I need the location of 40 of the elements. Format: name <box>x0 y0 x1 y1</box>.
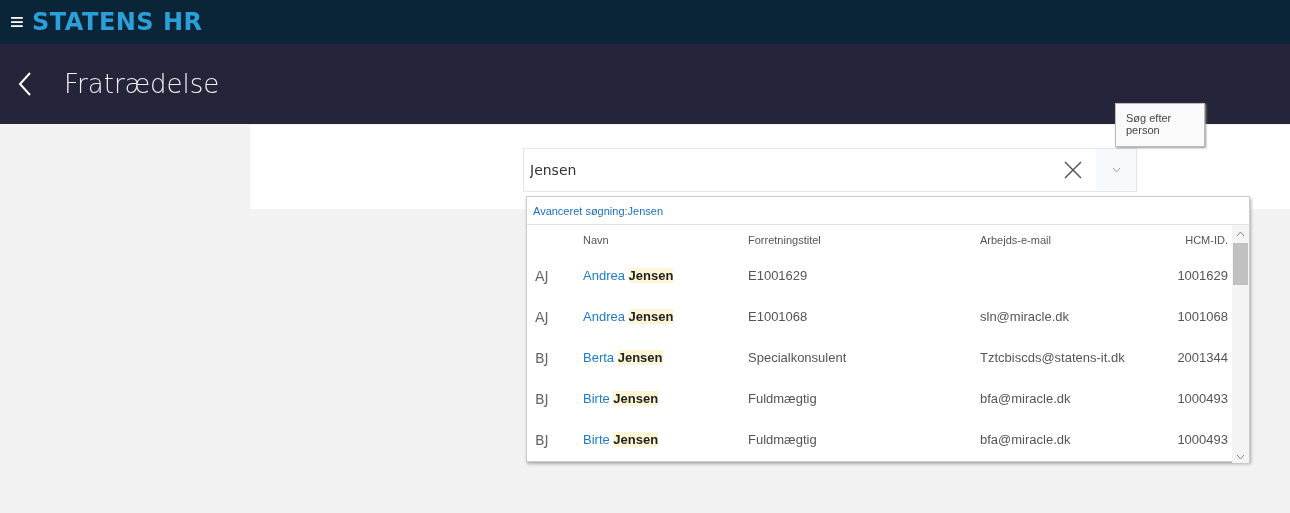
tooltip: Søg efter person <box>1115 103 1205 147</box>
search-input[interactable]: Jensen <box>524 161 1064 179</box>
scrollbar-thumb[interactable] <box>1233 243 1248 285</box>
table-cell-text: 1000493 <box>1176 432 1229 447</box>
initials: AJ <box>534 308 550 325</box>
person-name[interactable]: Birte Jensen <box>583 391 748 406</box>
menu-icon[interactable]: ≡ <box>10 10 24 34</box>
person-name[interactable]: Berta Jensen <box>583 350 748 365</box>
column-header: Navn <box>583 234 610 246</box>
person-name[interactable]: Andrea Jensen <box>583 309 748 324</box>
table-cell-text: E1001629 <box>748 268 809 283</box>
table-cell-text: Fuldmægtig <box>748 391 818 406</box>
table-cell-text: Tztcbiscds@statens-it.dk <box>980 350 1126 365</box>
person-name[interactable]: Andrea Jensen <box>583 268 748 283</box>
table-cell-text: Fuldmægtig <box>748 432 818 447</box>
initials: AJ <box>534 267 550 284</box>
table-cell-text: sln@miracle.dk <box>980 309 1071 324</box>
close-icon[interactable] <box>1064 161 1082 179</box>
caret-icon <box>1111 167 1121 173</box>
table-cell-text: bfa@miracle.dk <box>980 391 1072 406</box>
table-cell-text: 1001629 <box>1176 268 1229 283</box>
initials: BJ <box>534 431 550 448</box>
advanced-search-link[interactable]: Avanceret søgning:Jensen <box>527 197 670 224</box>
column-header: Forretningstitel <box>748 234 822 246</box>
back-icon[interactable] <box>18 71 32 97</box>
table-cell-text: 1001068 <box>1176 309 1229 324</box>
table-cell-text: bfa@miracle.dk <box>980 432 1072 447</box>
scrollbar[interactable] <box>1232 225 1249 463</box>
app-logo: STATENS HR <box>32 8 203 36</box>
search-field[interactable]: Jensen <box>523 148 1137 192</box>
column-header: Arbejds-e-mail <box>980 234 1052 246</box>
column-header: HCM-ID. <box>1184 234 1229 246</box>
initials: BJ <box>534 390 550 407</box>
table-cell-text: 1000493 <box>1176 391 1229 406</box>
table-cell-text: 2001344 <box>1176 350 1229 365</box>
page-title: Fratrædelse <box>64 69 220 99</box>
person-name[interactable]: Birte Jensen <box>583 432 748 447</box>
initials: BJ <box>534 349 550 366</box>
table-cell-text: Specialkonsulent <box>748 350 848 365</box>
table-cell-text: E1001068 <box>748 309 809 324</box>
